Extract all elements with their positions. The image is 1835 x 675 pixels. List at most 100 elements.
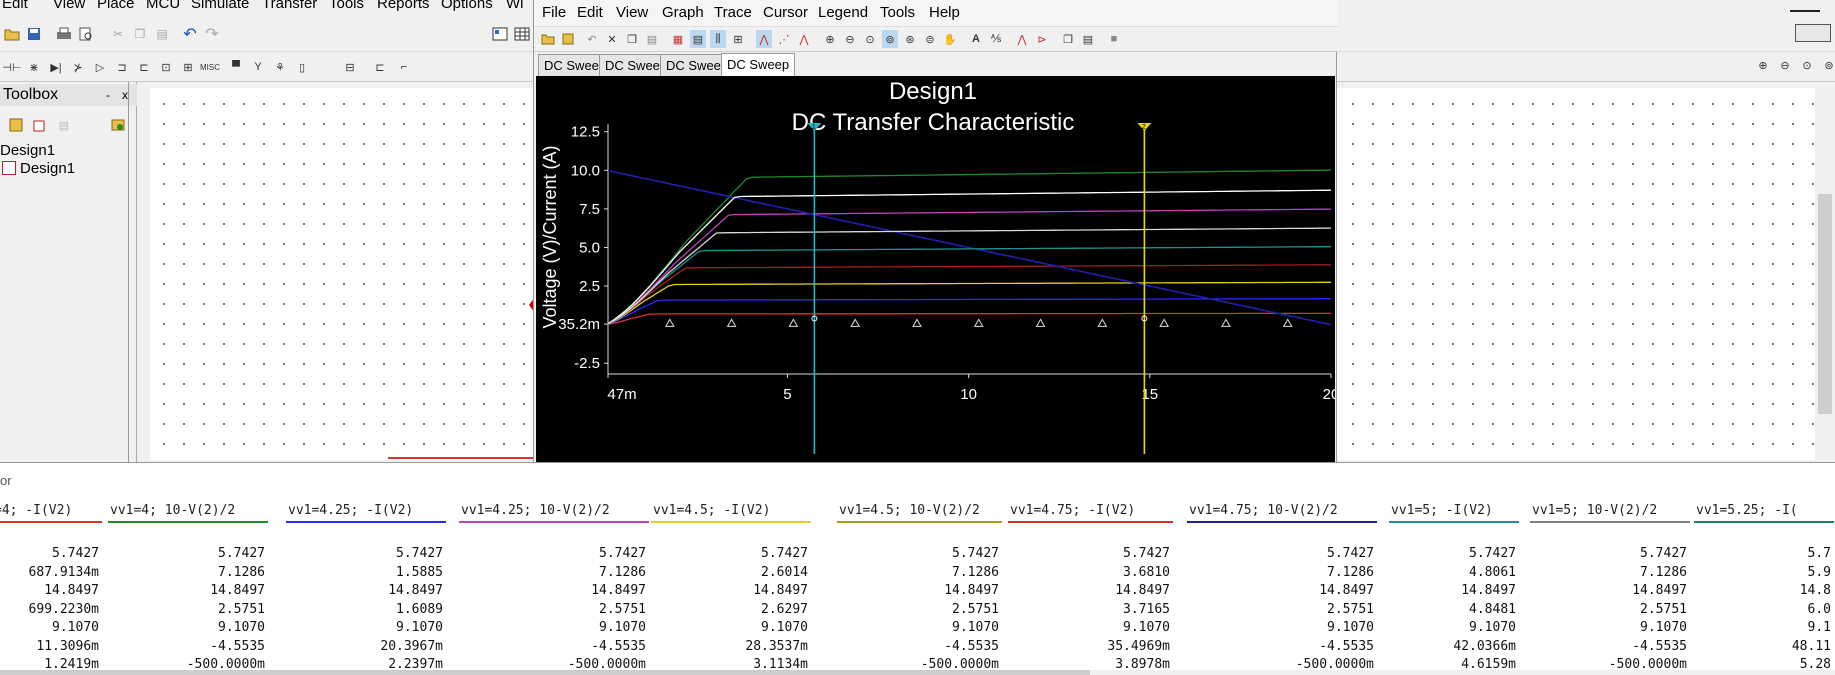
- grid-icon[interactable]: ▦: [670, 30, 686, 48]
- overlay-icon[interactable]: ⋀: [1014, 30, 1030, 48]
- legend-icon[interactable]: ▤: [690, 30, 706, 48]
- source-icon[interactable]: ⊣⊢: [2, 58, 21, 76]
- menu-transfer[interactable]: Transfer: [262, 0, 317, 12]
- grapher-menu-cursor[interactable]: Cursor: [763, 4, 808, 21]
- transistor-icon[interactable]: ⊁: [70, 58, 86, 76]
- new-sheet-icon[interactable]: [32, 116, 48, 134]
- indicator-icon[interactable]: ▀: [228, 58, 244, 76]
- mcu-icon[interactable]: ▯: [294, 58, 310, 76]
- minimize-icon[interactable]: [1790, 2, 1820, 12]
- zoom-select-icon[interactable]: ⊜: [922, 30, 938, 48]
- paste-graph-icon[interactable]: ▤: [1080, 30, 1096, 48]
- plot-area[interactable]: Design1 DC Transfer Characteristic Voltage…: [536, 76, 1335, 462]
- grapher-menu-view[interactable]: View: [616, 4, 648, 21]
- menu-tools[interactable]: Tools: [329, 0, 364, 12]
- pin-icon[interactable]: -: [106, 88, 110, 102]
- column-header[interactable]: vv1=4.5; 10-V(2)/2: [839, 503, 980, 518]
- grapher-menu-trace[interactable]: Trace: [714, 4, 752, 21]
- column-header[interactable]: vv1=4; 10-V(2)/2: [110, 503, 235, 518]
- project-icon[interactable]: [110, 116, 126, 134]
- grapher-open-icon[interactable]: [540, 30, 556, 48]
- open-icon[interactable]: [2, 24, 22, 44]
- grapher-menu-graph[interactable]: Graph: [662, 4, 704, 21]
- grapher-menu-tools[interactable]: Tools: [880, 4, 915, 21]
- electromech-icon[interactable]: ⚘: [272, 58, 288, 76]
- menu-view[interactable]: View: [53, 0, 85, 12]
- menu-options[interactable]: Options: [441, 0, 493, 12]
- points-icon[interactable]: ⋰: [776, 30, 792, 48]
- trace-icon[interactable]: ⋀: [756, 30, 772, 48]
- bus-icon[interactable]: ⊏: [372, 58, 388, 76]
- zoom-area-icon[interactable]: ⊙: [1799, 56, 1815, 74]
- menu-window[interactable]: Wi: [506, 0, 524, 12]
- basic-icon[interactable]: ⋇: [26, 58, 42, 76]
- paste-icon[interactable]: ▤: [152, 24, 172, 44]
- new-design-icon[interactable]: [8, 116, 24, 134]
- grapher-zoom-out-icon[interactable]: ⊖: [842, 30, 858, 48]
- menu-edit[interactable]: Edit: [2, 0, 28, 12]
- tree-design-item[interactable]: Design1: [2, 160, 75, 177]
- cursors-icon[interactable]: ⫼: [710, 30, 726, 48]
- grapher-menu-legend[interactable]: Legend: [818, 4, 868, 21]
- menu-reports[interactable]: Reports: [377, 0, 430, 12]
- grapher-save-icon[interactable]: [560, 30, 576, 48]
- export-icon[interactable]: ⊳: [1034, 30, 1050, 48]
- text-icon[interactable]: A: [968, 30, 984, 48]
- grapher-paste-icon[interactable]: ▤: [644, 30, 660, 48]
- cmos-icon[interactable]: ⊏: [136, 58, 152, 76]
- diode-icon[interactable]: ▶|: [48, 58, 64, 76]
- grapher-zoom-in-icon[interactable]: ⊕: [822, 30, 838, 48]
- stop-icon[interactable]: ■: [1106, 30, 1122, 48]
- wire-icon[interactable]: ⌐: [396, 58, 412, 76]
- tab-dc-sweep-4[interactable]: DC Sweep: [721, 53, 796, 76]
- copy-graph-icon[interactable]: ❐: [1060, 30, 1076, 48]
- grapher-menu-file[interactable]: File: [542, 4, 566, 21]
- menu-mcu[interactable]: MCU: [146, 0, 180, 12]
- scrollbar-thumb[interactable]: [1818, 194, 1832, 414]
- grapher-copy-icon[interactable]: ❐: [624, 30, 640, 48]
- column-header[interactable]: vv1=5; 10-V(2)/2: [1532, 503, 1657, 518]
- grapher-cut-icon[interactable]: ✕: [604, 30, 620, 48]
- zoom-y-icon[interactable]: ⊚: [882, 30, 898, 48]
- delete-icon[interactable]: ▤: [56, 116, 72, 134]
- copy-icon[interactable]: ❐: [130, 24, 150, 44]
- pan-icon[interactable]: ✋: [942, 30, 958, 48]
- column-header[interactable]: vv1=5; -I(V2): [1391, 503, 1493, 518]
- mixed-icon[interactable]: ⊞: [180, 58, 196, 76]
- peaks-icon[interactable]: ⋀: [796, 30, 812, 48]
- column-header[interactable]: vv1=5.25; -I(: [1696, 503, 1798, 518]
- analog-icon[interactable]: ▷: [92, 58, 108, 76]
- spreadsheet-icon[interactable]: [512, 24, 532, 44]
- zoom-in-icon[interactable]: ⊕: [1755, 56, 1771, 74]
- grapher-menu-edit[interactable]: Edit: [577, 4, 603, 21]
- column-header[interactable]: vv1=4.25; -I(V2): [288, 503, 413, 518]
- column-header[interactable]: vv1=4.75; 10-V(2)/2: [1189, 503, 1338, 518]
- zoom-out-icon[interactable]: ⊖: [1777, 56, 1793, 74]
- misc-icon[interactable]: MISC: [200, 58, 220, 76]
- menu-place[interactable]: Place: [97, 0, 135, 12]
- save-icon[interactable]: [24, 24, 44, 44]
- zoom-x-icon[interactable]: ⊙: [862, 30, 878, 48]
- column-header[interactable]: vv1=4.5; -I(V2): [653, 503, 770, 518]
- undo-icon[interactable]: ↶: [180, 24, 200, 44]
- dual-cursor-icon[interactable]: ⊞: [730, 30, 746, 48]
- vertical-scrollbar[interactable]: [1815, 88, 1835, 460]
- hierarchical-icon[interactable]: ⊟: [342, 58, 358, 76]
- grapher-undo-icon[interactable]: ↶: [584, 30, 600, 48]
- zoom-full-icon[interactable]: ⊛: [902, 30, 918, 48]
- misc-digital-icon[interactable]: ⊡: [158, 58, 174, 76]
- column-header[interactable]: vv1=4.75; -I(V2): [1010, 503, 1135, 518]
- schematic-canvas[interactable]: [150, 88, 535, 460]
- print-icon[interactable]: [54, 24, 74, 44]
- horizontal-scrollbar[interactable]: [0, 670, 1835, 675]
- axes-icon[interactable]: ⅍: [988, 30, 1004, 48]
- schematic-canvas-right[interactable]: [1337, 88, 1815, 460]
- menu-simulate[interactable]: Simulate: [191, 0, 249, 12]
- scrollbar-thumb-h[interactable]: [0, 670, 1090, 675]
- ttl-icon[interactable]: ⊐: [114, 58, 130, 76]
- rf-icon[interactable]: Y: [250, 58, 266, 76]
- column-header[interactable]: =4; -I(V2): [0, 503, 72, 518]
- dc-transfer-chart[interactable]: Design1 DC Transfer Characteristic Voltage…: [536, 76, 1335, 462]
- grapher-menu-help[interactable]: Help: [929, 4, 960, 21]
- view-icon[interactable]: [490, 24, 510, 44]
